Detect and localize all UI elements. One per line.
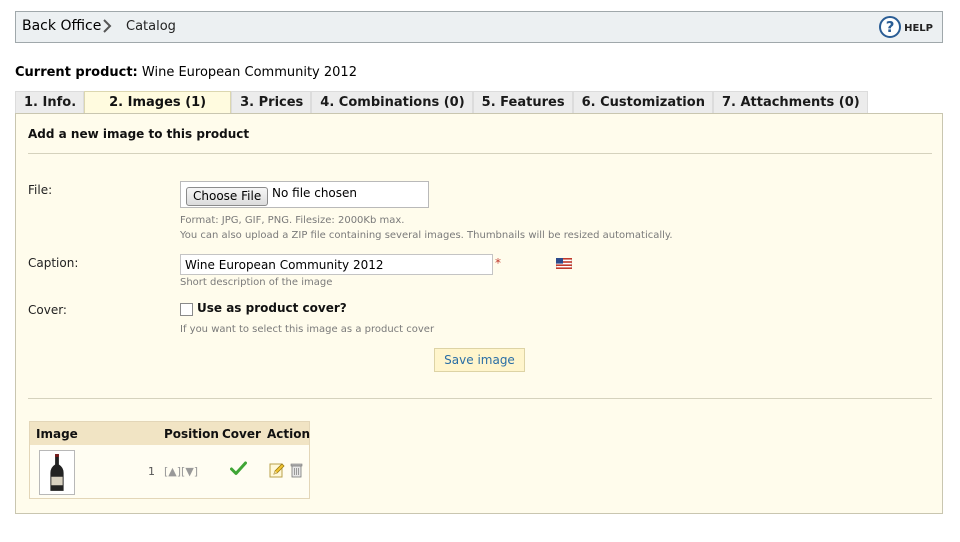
tab-customization[interactable]: 6. Customization xyxy=(572,91,713,113)
header-position: Position xyxy=(164,427,219,441)
help-button[interactable]: ? HELP xyxy=(879,16,933,38)
wine-bottle-thumbnail[interactable] xyxy=(39,450,75,495)
edit-icon[interactable] xyxy=(269,462,285,478)
caption-hint: Short description of the image xyxy=(180,277,333,288)
table-header: Image Position Cover Action xyxy=(30,422,311,445)
cover-label: Cover: xyxy=(28,303,67,317)
breadcrumb-back-office[interactable]: Back Office xyxy=(22,18,101,34)
checkmark-icon xyxy=(230,461,247,475)
cover-checkbox-label[interactable]: Use as product cover? xyxy=(197,301,347,315)
images-panel: Add a new image to this product File: Ch… xyxy=(15,113,943,514)
breadcrumb-catalog[interactable]: Catalog xyxy=(126,19,176,34)
header-action: Action xyxy=(267,427,311,441)
tab-prices[interactable]: 3. Prices xyxy=(231,91,312,113)
panel-title: Add a new image to this product xyxy=(28,127,250,141)
us-flag-icon[interactable] xyxy=(556,258,572,269)
tab-info[interactable]: 1. Info. xyxy=(15,91,85,113)
divider xyxy=(28,398,932,399)
current-product-label: Current product: xyxy=(15,65,138,80)
current-product: Current product: Wine European Community… xyxy=(15,65,357,80)
image-table: Image Position Cover Action 1 [▲][▼] xyxy=(29,421,310,499)
file-label: File: xyxy=(28,183,53,197)
required-mark: * xyxy=(495,256,501,270)
tab-combinations[interactable]: 4. Combinations (0) xyxy=(311,91,473,113)
cover-checkbox[interactable] xyxy=(180,303,193,316)
product-tabs: 1. Info. 2. Images (1) 3. Prices 4. Comb… xyxy=(15,91,868,114)
caption-input[interactable] xyxy=(180,254,493,275)
file-hint-format: Format: JPG, GIF, PNG. Filesize: 2000Kb … xyxy=(180,215,405,226)
chevron-right-icon xyxy=(103,19,112,33)
file-input[interactable]: Choose File No file chosen xyxy=(180,181,429,208)
tab-attachments[interactable]: 7. Attachments (0) xyxy=(712,91,868,113)
file-status: No file chosen xyxy=(272,186,358,200)
current-product-name: Wine European Community 2012 xyxy=(141,65,357,80)
choose-file-button[interactable]: Choose File xyxy=(186,187,269,206)
divider xyxy=(28,153,932,154)
trash-icon[interactable] xyxy=(290,462,303,478)
position-value: 1 xyxy=(148,465,155,478)
tab-images[interactable]: 2. Images (1) xyxy=(84,91,232,114)
tab-features[interactable]: 5. Features xyxy=(472,91,573,113)
help-label: HELP xyxy=(904,23,933,34)
caption-label: Caption: xyxy=(28,256,79,270)
help-icon: ? xyxy=(879,16,902,38)
header-image: Image xyxy=(36,427,78,441)
breadcrumb: Back Office Catalog ? HELP xyxy=(15,11,943,43)
file-hint-zip: You can also upload a ZIP file containin… xyxy=(180,230,673,241)
cover-hint: If you want to select this image as a pr… xyxy=(180,324,435,335)
save-image-button[interactable]: Save image xyxy=(434,348,525,372)
position-arrows[interactable]: [▲][▼] xyxy=(164,465,198,478)
header-cover: Cover xyxy=(222,427,261,441)
